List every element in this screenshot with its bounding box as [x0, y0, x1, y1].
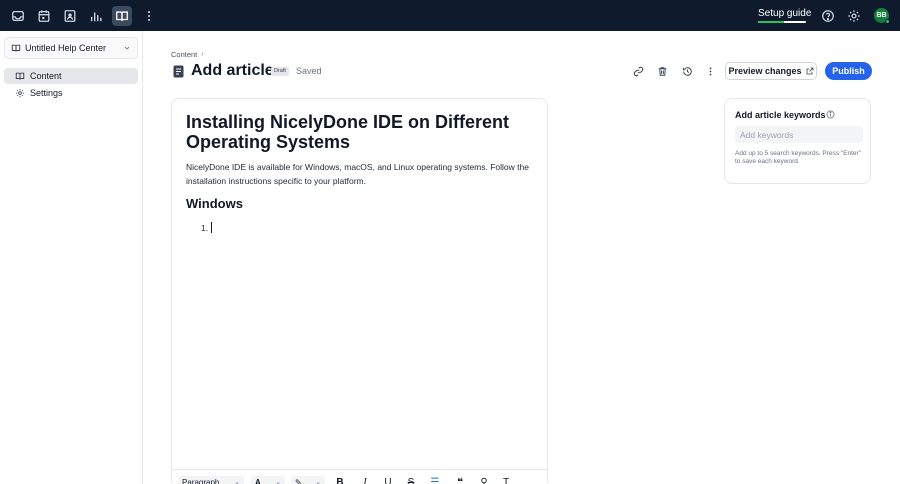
quote-icon[interactable]: ❝ — [454, 476, 466, 484]
setup-guide-button[interactable]: Setup guide — [752, 5, 812, 25]
strikethrough-icon[interactable]: S — [405, 476, 417, 484]
contacts-icon[interactable] — [60, 6, 80, 26]
block-type-value: Paragraph — [182, 477, 220, 484]
preview-changes-button[interactable]: Preview changes — [725, 62, 817, 80]
trash-icon[interactable] — [655, 64, 669, 78]
block-type-select[interactable]: Paragraph ⌄ — [178, 476, 244, 484]
save-status: Saved — [296, 66, 322, 76]
article-paragraph[interactable]: NicelyDone IDE is available for Windows,… — [186, 161, 531, 188]
status-badge: Draft — [271, 67, 289, 76]
article-editor[interactable]: Installing NicelyDone IDE on Different O… — [171, 98, 548, 484]
underline-icon[interactable]: U — [382, 476, 394, 484]
highlighter-icon: ✎ — [295, 477, 302, 484]
keywords-panel: Add article keywords Add up to 5 search … — [724, 98, 871, 184]
gear-icon[interactable] — [844, 6, 864, 26]
keywords-help-text: Add up to 5 search keywords. Press "Ente… — [735, 150, 862, 165]
text-color-icon: A — [255, 477, 261, 484]
formatting-toolbar: Paragraph ⌄ A ⌄ ✎ ⌄ B I U S ☰ ❝ ⚲ T — [172, 469, 547, 484]
breadcrumb: Content › — [171, 50, 204, 59]
article-title[interactable]: Installing NicelyDone IDE on Different O… — [186, 112, 531, 152]
article-heading[interactable]: Windows — [186, 196, 243, 211]
book-icon — [11, 44, 21, 52]
more-vertical-icon[interactable] — [703, 64, 717, 78]
setup-guide-label: Setup guide — [758, 8, 812, 19]
avatar[interactable]: BB — [874, 8, 890, 24]
text-cursor — [211, 222, 213, 233]
sidebar-item-content[interactable]: Content — [4, 68, 138, 84]
setup-guide-progress-fill — [758, 21, 785, 23]
history-icon[interactable] — [680, 64, 694, 78]
reports-icon[interactable] — [86, 6, 106, 26]
help-center-name: Untitled Help Center — [25, 43, 107, 53]
ordered-list-item[interactable]: 1. — [201, 222, 213, 233]
info-icon[interactable] — [826, 110, 835, 119]
book-icon — [15, 72, 25, 80]
help-icon[interactable] — [818, 6, 838, 26]
list-marker: 1. — [201, 222, 209, 233]
inbox-icon[interactable] — [8, 6, 28, 26]
setup-guide-progress — [758, 21, 806, 23]
clear-format-icon[interactable]: T — [500, 476, 512, 484]
publish-button[interactable]: Publish — [825, 62, 872, 80]
highlight-color-select[interactable]: ✎ ⌄ — [291, 476, 325, 484]
help-center-selector[interactable]: Untitled Help Center — [4, 37, 138, 59]
copy-link-icon[interactable] — [631, 64, 645, 78]
gear-icon — [15, 88, 25, 98]
chevron-down-icon: ⌄ — [275, 479, 281, 484]
breadcrumb-content-link[interactable]: Content — [171, 50, 197, 59]
chevron-down-icon — [124, 46, 130, 50]
italic-icon[interactable]: I — [359, 476, 371, 484]
calendar-icon[interactable] — [34, 6, 54, 26]
sidebar: Untitled Help Center Content Settings — [0, 31, 143, 484]
external-link-icon — [806, 67, 813, 75]
sidebar-item-label: Content — [30, 71, 62, 81]
avatar-initials: BB — [876, 12, 887, 19]
chevron-down-icon: ⌄ — [234, 479, 240, 484]
keywords-input[interactable] — [735, 126, 863, 143]
more-vertical-icon[interactable] — [139, 6, 159, 26]
sidebar-item-settings[interactable]: Settings — [4, 85, 138, 101]
page-title: Add article — [191, 62, 274, 79]
document-icon — [173, 65, 184, 78]
top-navigation-bar: Setup guide BB — [0, 0, 900, 31]
link-icon[interactable]: ⚲ — [478, 476, 490, 484]
sidebar-item-label: Settings — [30, 88, 63, 98]
bold-icon[interactable]: B — [334, 476, 346, 484]
online-status-dot — [885, 19, 890, 24]
text-color-select[interactable]: A ⌄ — [251, 476, 285, 484]
knowledge-base-icon[interactable] — [112, 6, 132, 26]
ordered-list-icon[interactable]: ☰ — [429, 476, 441, 484]
chevron-right-icon: › — [201, 51, 204, 58]
preview-changes-label: Preview changes — [728, 66, 802, 76]
chevron-down-icon: ⌄ — [315, 479, 321, 484]
keywords-title: Add article keywords — [735, 110, 826, 120]
